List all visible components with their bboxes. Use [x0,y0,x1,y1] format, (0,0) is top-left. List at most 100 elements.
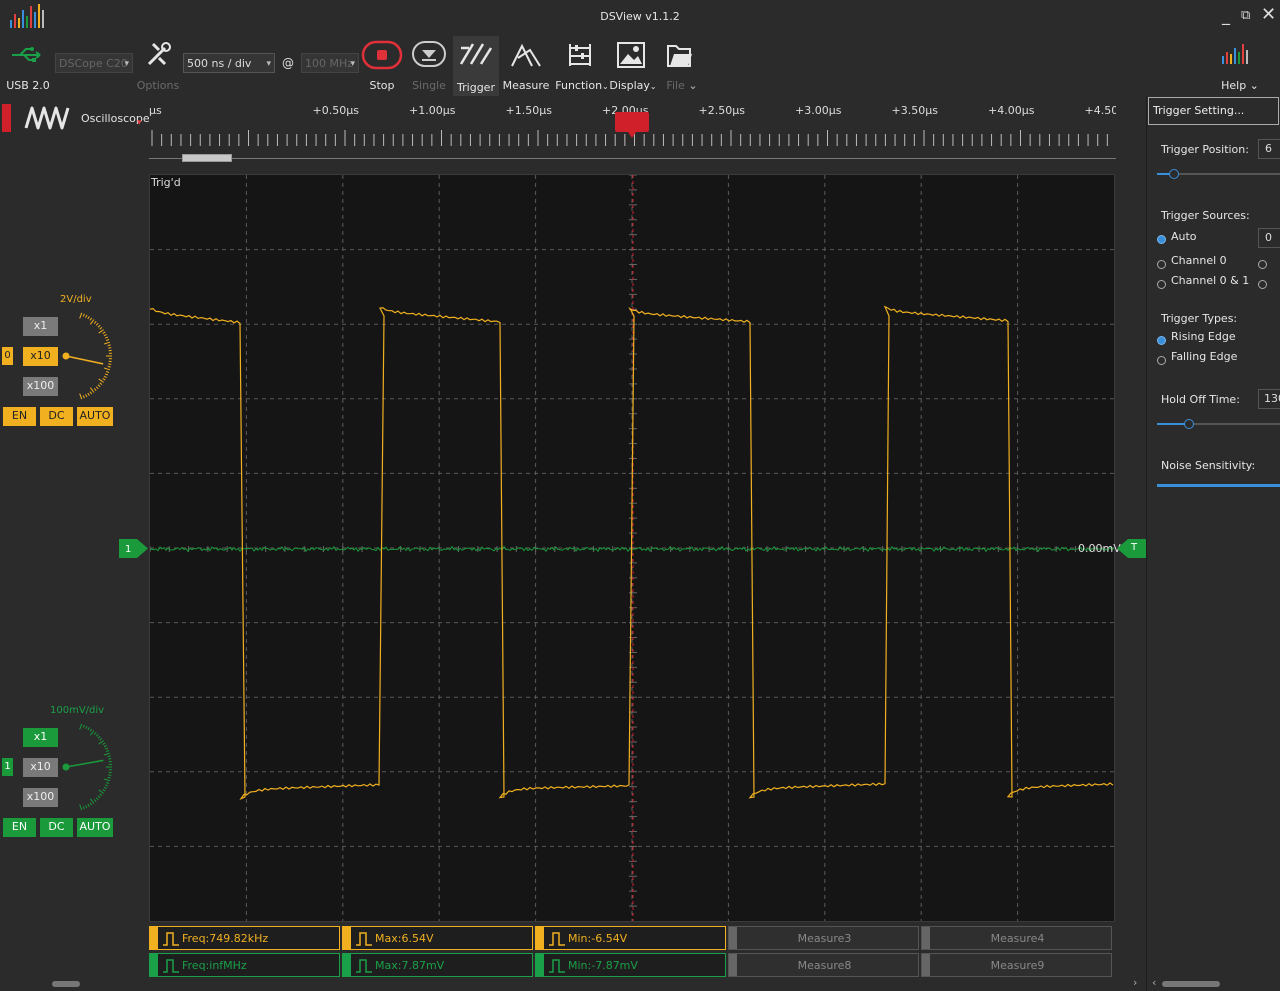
function-icon[interactable] [566,40,594,74]
trigger-status: Trig'd [151,176,181,189]
ch0-dial-knob [62,352,70,360]
single-label[interactable]: Single [405,79,453,92]
close-icon[interactable]: ✕ [1261,4,1276,25]
panel-scroll-left-icon[interactable]: ‹ [1152,976,1156,989]
function-label[interactable]: Function⌄ [554,79,610,92]
ch0-auto-button[interactable]: AUTO [77,407,113,426]
horizontal-scroll-thumb[interactable] [52,981,80,987]
measure-icon[interactable] [510,40,542,74]
usb-label: USB 2.0 [6,79,50,92]
radio-unchecked-icon [1258,280,1267,289]
source-ch01-radio[interactable] [1157,274,1166,293]
file-label[interactable]: File ⌄ [660,79,704,92]
stop-button[interactable] [361,40,403,70]
ch1-dial-tick [82,806,85,810]
ch0-enable-button[interactable]: EN [3,407,36,426]
ch0-dial-tick [99,326,103,330]
device-select[interactable]: DSCope C20 ▾ [55,53,133,73]
trigger-panel-title[interactable]: Trigger Setting... [1148,97,1279,125]
ch0-x1-button[interactable]: x1 [23,317,58,336]
type-rising-label[interactable]: Rising Edge [1171,330,1236,343]
help-label[interactable]: Help ⌄ [1218,79,1262,92]
ch0-dial-tick [79,393,83,400]
ch1-dial-tick [79,804,83,811]
ch1-measure-1[interactable]: Freq:infMHz [149,953,340,977]
ch1-coupling-button[interactable]: DC [40,818,73,837]
measure-color-tab [536,927,544,949]
source-ch0-radio[interactable] [1157,254,1166,273]
ch1-vdiv-dial[interactable] [0,707,120,827]
samplerate-select[interactable]: 100 MHz ▾ [301,53,359,73]
ch1-x10-button[interactable]: x10 [23,758,58,777]
holdoff-slider-handle[interactable] [1184,419,1194,429]
help-logo-icon[interactable] [1220,42,1254,72]
source-ch0or1-radio[interactable] [1258,274,1267,293]
panel-scroll-thumb[interactable] [1162,981,1220,987]
trigger-position-input[interactable]: 6 [1258,139,1280,159]
ch0-x10-button[interactable]: x10 [23,347,58,366]
ch1-x100-button[interactable]: x100 [23,788,58,807]
ch1-measure-2[interactable]: Max:7.87mV [342,953,533,977]
type-rising-radio[interactable] [1157,330,1166,349]
stop-label[interactable]: Stop [358,79,406,92]
ch1-level-marker[interactable]: 1 [119,539,149,558]
radio-unchecked-icon [1157,260,1166,269]
trigger-position-marker[interactable] [615,112,649,132]
ch1-x1-button[interactable]: x1 [23,728,58,747]
ch1-measure-5[interactable]: Measure9 [921,953,1112,977]
mode-dropdown-icon[interactable]: ▾ [137,118,142,128]
overview-scroll-track[interactable] [149,158,1116,159]
ch0-dial-tick [103,367,111,371]
noise-sensitivity-slider[interactable] [1157,484,1280,487]
holdoff-input[interactable]: 130 [1258,389,1280,409]
ch1-enable-button[interactable]: EN [3,818,36,837]
ch0-dial-tick [82,395,85,399]
trigger-level-marker[interactable]: T [1116,539,1146,558]
restore-icon[interactable]: ⧉ [1241,8,1250,23]
options-label[interactable]: Options [134,79,182,92]
type-falling-label[interactable]: Falling Edge [1171,350,1237,363]
ch0-vdiv-dial[interactable] [0,296,120,416]
radio-unchecked-icon [1258,260,1267,269]
ch0-measure-5[interactable]: Measure4 [921,926,1112,950]
ch0-measure-1[interactable]: Freq:749.82kHz [149,926,340,950]
ch0-measure-2[interactable]: Max:6.54V [342,926,533,950]
display-icon[interactable] [616,40,646,74]
ch1-dial-tick [107,776,111,779]
horizontal-scrollbar[interactable] [0,979,1142,989]
source-auto-radio[interactable] [1157,229,1166,248]
source-ch1-radio[interactable] [1258,254,1267,273]
timebase-select[interactable]: 500 ns / div ▾ [183,53,275,73]
source-auto-label[interactable]: Auto [1171,230,1197,243]
measure-value: Measure3 [797,932,852,945]
file-icon[interactable] [664,40,694,74]
scope-display[interactable]: Trig'd 0.00mV [149,174,1121,922]
single-button[interactable] [411,40,447,70]
ch0-measure-3[interactable]: Min:-6.54V [535,926,726,950]
ch1-dial-tick [97,795,101,799]
overview-scroll-thumb[interactable] [182,154,232,162]
svg-text:1: 1 [125,544,131,555]
trigger-source-input[interactable]: 0 [1258,228,1280,248]
trigger-button[interactable]: Trigger [453,36,499,96]
ch0-x100-button[interactable]: x100 [23,377,58,396]
ch1-measure-4[interactable]: Measure8 [728,953,919,977]
source-ch01-label[interactable]: Channel 0 & 1 [1171,274,1249,287]
usb-icon [10,44,46,70]
measure-label[interactable]: Measure [502,79,550,92]
ch1-auto-button[interactable]: AUTO [77,818,113,837]
ch1-dial-tick [105,750,110,753]
display-label[interactable]: Display⌄ [608,79,658,92]
oscilloscope-wave-icon[interactable] [24,104,70,136]
type-falling-radio[interactable] [1157,350,1166,369]
options-icon[interactable] [145,40,173,72]
scroll-right-icon[interactable]: › [1133,976,1137,989]
chevron-down-icon: ▾ [266,59,271,69]
ch0-dial-tick [99,382,103,386]
ch1-measure-3[interactable]: Min:-7.87mV [535,953,726,977]
ch0-coupling-button[interactable]: DC [40,407,73,426]
ch1-dial-tick [89,728,93,732]
minimize-icon[interactable]: _ [1222,6,1230,25]
source-ch0-label[interactable]: Channel 0 [1171,254,1227,267]
ch0-measure-4[interactable]: Measure3 [728,926,919,950]
